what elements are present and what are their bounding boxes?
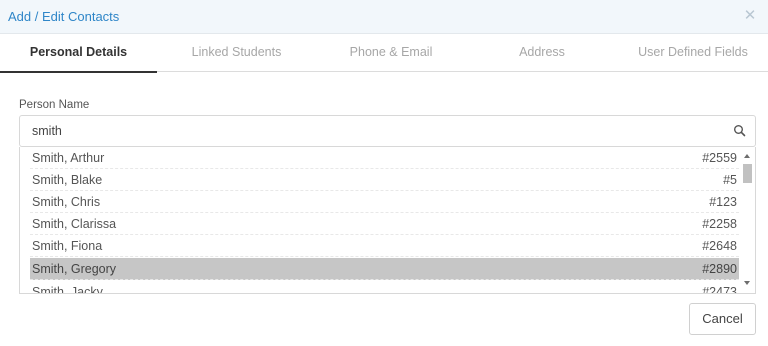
person-name: Smith, Blake	[32, 173, 103, 187]
search-icon[interactable]	[733, 124, 747, 138]
person-name-label: Person Name	[19, 99, 90, 111]
person-name: Smith, Chris	[32, 195, 101, 209]
person-id: #5	[723, 173, 737, 187]
person-name-field	[19, 115, 756, 147]
person-name-input[interactable]	[20, 116, 720, 146]
person-id: #123	[709, 195, 737, 209]
person-name: Smith, Arthur	[32, 151, 105, 165]
person-name: Smith, Gregory	[32, 262, 117, 276]
person-id: #2473	[702, 285, 737, 294]
tab-bar: Personal Details Linked Students Phone &…	[0, 34, 768, 73]
scrollbar-thumb[interactable]	[743, 164, 752, 183]
list-item[interactable]: Smith, Chris #123	[30, 191, 739, 213]
close-icon[interactable]: ✕	[743, 8, 757, 23]
list-item[interactable]: Smith, Fiona #2648	[30, 235, 739, 257]
person-results-list: Smith, Arthur #2559 Smith, Blake #5 Smit…	[19, 147, 756, 294]
dialog-title: Add / Edit Contacts	[8, 9, 120, 24]
results-scrollbar[interactable]	[741, 147, 755, 293]
tab-personal-details[interactable]: Personal Details	[0, 34, 157, 73]
person-name: Smith, Fiona	[32, 239, 103, 253]
person-name: Smith, Clarissa	[32, 217, 117, 231]
tab-address[interactable]: Address	[467, 34, 617, 72]
list-item[interactable]: Smith, Clarissa #2258	[30, 213, 739, 235]
person-id: #2890	[702, 262, 737, 276]
tab-linked-students[interactable]: Linked Students	[158, 34, 315, 72]
person-name: Smith, Jacky	[32, 285, 103, 294]
person-id: #2258	[702, 217, 737, 231]
list-item-selected[interactable]: Smith, Gregory #2890	[30, 258, 739, 280]
scroll-down-icon[interactable]	[744, 281, 750, 285]
person-id: #2648	[702, 239, 737, 253]
tab-user-defined-fields[interactable]: User Defined Fields	[618, 34, 768, 72]
scroll-up-icon[interactable]	[744, 154, 750, 158]
list-item[interactable]: Smith, Arthur #2559	[30, 147, 739, 169]
cancel-button[interactable]: Cancel	[689, 303, 756, 335]
list-item[interactable]: Smith, Blake #5	[30, 169, 739, 191]
tab-phone-email[interactable]: Phone & Email	[316, 34, 466, 72]
person-id: #2559	[702, 151, 737, 165]
list-item[interactable]: Smith, Jacky #2473	[30, 281, 739, 294]
dialog-titlebar: Add / Edit Contacts ✕	[0, 0, 768, 34]
